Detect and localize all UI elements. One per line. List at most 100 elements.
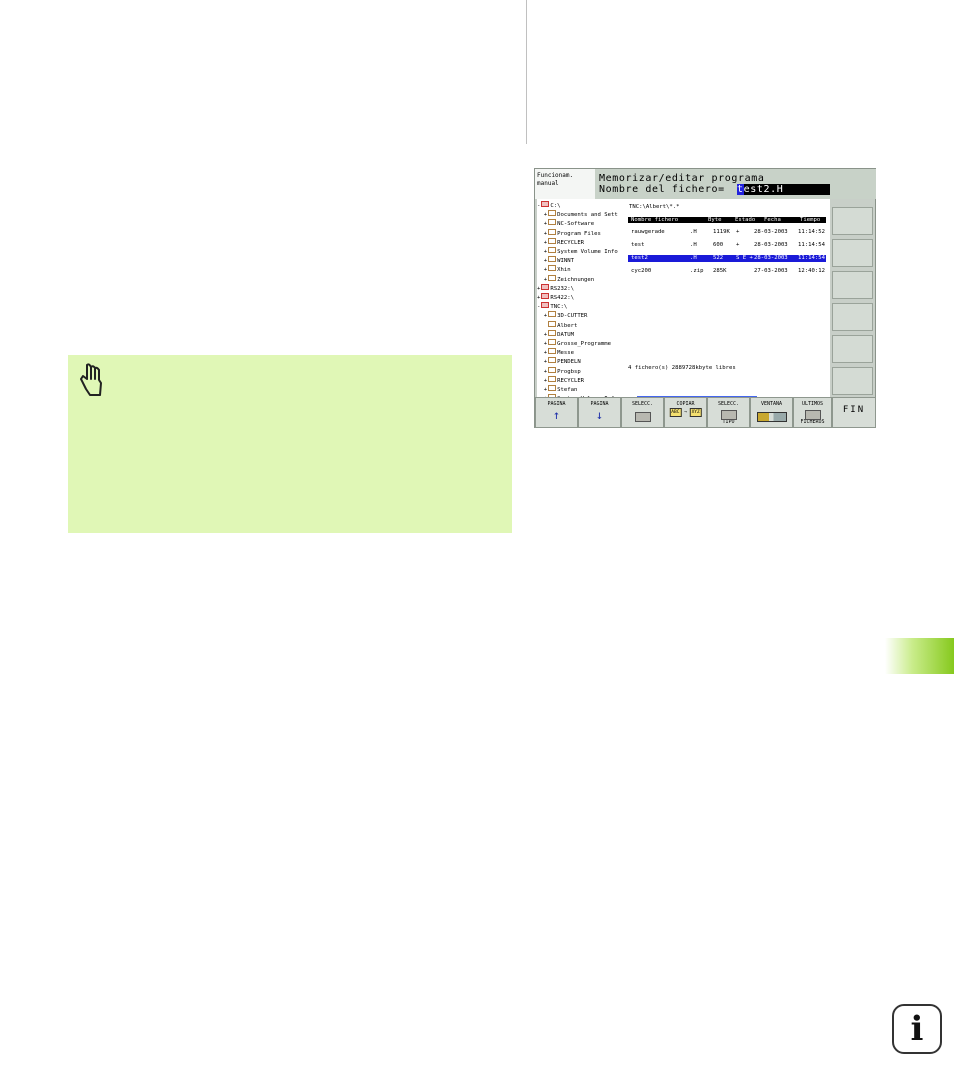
file-row[interactable]: test2 .H 522 S E +28-03-2003 11:14:54 [628, 255, 826, 262]
folder-icon [548, 348, 557, 355]
tree-item-label: RS422:\ [550, 295, 574, 302]
file-ext: .H [690, 242, 697, 248]
tree-item[interactable]: + RS422:\ [537, 293, 625, 302]
tree-item[interactable]: + RECYCLER [537, 237, 625, 247]
file-time: 12:40:12 [798, 268, 825, 274]
mode-indicator: Funcionam. manual [535, 169, 595, 199]
tree-item[interactable]: + WINNT [537, 256, 625, 265]
type-icon [720, 410, 737, 420]
softkey-label: COPIAR [676, 401, 695, 407]
tree-item[interactable]: + Grosse_Programme [537, 339, 625, 348]
folder-icon [548, 210, 557, 217]
tree-item[interactable]: + Xhin [537, 265, 625, 274]
tree-item[interactable]: Albert [537, 320, 625, 330]
file-name: test2 [631, 255, 648, 261]
softkey-7[interactable]: ULTIMOS FICHEROS [793, 397, 832, 428]
drive-icon [541, 293, 550, 300]
tree-item-label: DATUM [557, 331, 574, 338]
tree-item[interactable]: + Documents and Sett [537, 210, 625, 219]
file-time: 11:14:54 [798, 242, 825, 248]
file-name: test [631, 242, 645, 248]
file-status: + [736, 229, 740, 235]
note-box [68, 355, 512, 533]
tree-item-label: WINNT [557, 258, 574, 265]
softkey-1[interactable]: PAGINA ↑ [535, 397, 578, 428]
file-ext: .H [690, 255, 697, 261]
tree-item[interactable]: + PENDELN [537, 357, 625, 366]
tree-item[interactable]: - TNC:\ [537, 302, 625, 311]
margin-rule [526, 0, 527, 144]
tree-item[interactable]: - C:\ [537, 201, 625, 210]
col-size[interactable]: Byte [708, 217, 721, 223]
folder-icon [548, 265, 557, 272]
tree-item-label: Messe [557, 350, 574, 357]
tree-item[interactable]: + DATUM [537, 329, 625, 339]
file-date: 28-03-2003 [754, 229, 788, 235]
folder-icon [548, 274, 557, 281]
folder-icon [548, 385, 557, 392]
side-softkey-5[interactable] [832, 335, 873, 363]
tree-item-label: Grosse_Programme [557, 341, 611, 348]
window-icon [756, 412, 787, 422]
tree-item-label: 3D-CUTTER [557, 313, 588, 320]
folder-icon [548, 375, 557, 382]
softkey-5[interactable]: SELECC. TIPO [707, 397, 750, 428]
col-status[interactable]: Estado [735, 217, 755, 223]
softkey-4[interactable]: COPIAR ABC → XYZ [664, 397, 707, 428]
tree-item-label: Program Files [557, 230, 601, 237]
file-size: 1119K [713, 229, 730, 235]
side-softkey-6[interactable] [832, 367, 873, 395]
file-row[interactable]: cyc200 .zip 285K 27-03-2003 12:40:12 [628, 268, 826, 275]
col-date[interactable]: Fecha [764, 217, 781, 223]
tree-item[interactable]: + RECYCLER [537, 375, 625, 385]
softkey-label: VENTANA [760, 401, 783, 407]
file-date: 27-03-2003 [754, 268, 788, 274]
softkey-label: SELECC. [717, 401, 740, 407]
filename-input[interactable]: test2.H [737, 184, 830, 195]
tree-item[interactable]: + Program Files [537, 228, 625, 238]
col-time[interactable]: Tiempo [800, 217, 820, 223]
files-icon [804, 410, 821, 420]
folder-icon [548, 247, 557, 254]
header-title: Memorizar/editar programa [599, 173, 765, 184]
softkey-3[interactable]: SELECC. [621, 397, 664, 428]
tree-item[interactable]: + Stefan [537, 385, 625, 394]
file-size: 522 [713, 255, 724, 261]
tree-item[interactable]: + Zeichnungen [537, 274, 625, 284]
softkey-2[interactable]: PAGINA ↓ [578, 397, 621, 428]
file-time: 11:14:52 [798, 229, 825, 235]
file-list[interactable]: TNC:\Albert\*.* Nombre fichero Byte Esta… [625, 199, 830, 397]
copy-icon: ABC → XYZ [669, 408, 702, 417]
tree-item[interactable]: +3D-CUTTER [537, 311, 625, 320]
tree-item-label: Albert [557, 322, 578, 329]
pointing-hand-icon [80, 363, 102, 396]
side-softkey-1[interactable] [832, 207, 873, 235]
softkey-8[interactable]: FIN [832, 397, 876, 428]
tree-item[interactable]: + RS232:\ [537, 283, 625, 293]
screen-header: Memorizar/editar programa Nombre del fic… [595, 169, 876, 199]
tree-item-label: System Volume Info [557, 249, 618, 256]
folder-icon [548, 228, 557, 235]
file-time: 11:14:54 [798, 255, 825, 261]
folder-icon [548, 311, 557, 318]
file-name: rauwgerade [631, 229, 665, 235]
file-row[interactable]: test .H 600 +28-03-2003 11:14:54 [628, 242, 826, 249]
tree-item[interactable]: + Messe [537, 348, 625, 357]
directory-tree[interactable]: - C:\ + Documents and Sett + NC-Software + P… [537, 199, 625, 397]
file-size: 285K [713, 268, 727, 274]
tnc-screen: Funcionam. manual Memorizar/editar progr… [534, 168, 876, 428]
column-headers: Nombre fichero Byte Estado Fecha Tiempo [628, 217, 826, 223]
softkey-label: PAGINA [590, 401, 609, 407]
tree-item[interactable]: + Progbsp [537, 366, 625, 376]
side-softkey-2[interactable] [832, 239, 873, 267]
status-line: 4 fichero(s) 2889728kbyte libres [628, 365, 736, 371]
side-softkey-4[interactable] [832, 303, 873, 331]
side-softkey-3[interactable] [832, 271, 873, 299]
tree-item[interactable]: + NC-Software [537, 219, 625, 228]
softkey-6[interactable]: VENTANA [750, 397, 793, 428]
tree-item-label: RECYCLER [557, 239, 585, 246]
tree-item[interactable]: +System Volume Info [537, 247, 625, 256]
tree-item-label: TNC:\ [550, 304, 568, 311]
col-name[interactable]: Nombre fichero [631, 217, 678, 223]
file-row[interactable]: rauwgerade .H 1119K +28-03-2003 11:14:52 [628, 229, 826, 236]
